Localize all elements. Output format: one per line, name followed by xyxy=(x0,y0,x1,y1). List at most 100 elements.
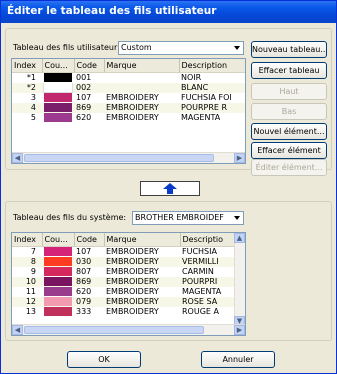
scroll-left-icon[interactable]: ◀ xyxy=(12,153,23,163)
row-code: 002 xyxy=(74,82,104,93)
column-header-code[interactable]: Code xyxy=(74,233,105,247)
table-row[interactable]: 4 869 EMBROIDERY POURPRE R xyxy=(12,102,245,113)
color-swatch xyxy=(44,307,72,316)
row-color-swatch xyxy=(42,296,74,307)
row-code: 001 xyxy=(76,72,92,82)
table-row[interactable]: 5 620 EMBROIDERY MAGENTA xyxy=(12,112,245,123)
new-table-button[interactable]: Nouveau tableau... xyxy=(251,41,327,58)
row-index: 10 xyxy=(12,276,42,287)
row-brand: EMBROIDERY xyxy=(104,102,179,113)
row-color-swatch xyxy=(42,102,74,113)
color-swatch xyxy=(44,297,72,306)
move-down-button[interactable]: Bas xyxy=(251,103,327,120)
row-index: 11 xyxy=(25,286,36,296)
table-row[interactable]: *1 001 NOIR xyxy=(12,72,245,83)
scroll-thumb[interactable] xyxy=(24,326,204,334)
edit-element-button[interactable]: Éditer élément... xyxy=(251,159,327,176)
row-color-swatch xyxy=(42,82,74,93)
horizontal-scrollbar[interactable]: ◀ ▶ xyxy=(12,324,245,335)
system-thread-table: Index Cou... Code Marque Descriptio 7 107… xyxy=(12,233,237,317)
table-row[interactable]: 11 620 EMBROIDERY MAGENTA xyxy=(12,287,236,297)
row-index: 13 xyxy=(25,306,36,316)
row-code: 620 xyxy=(76,286,92,296)
column-header-description[interactable]: Descriptio xyxy=(180,233,237,247)
column-header-brand[interactable]: Marque xyxy=(104,233,181,247)
column-header-index[interactable]: Index xyxy=(12,233,43,247)
row-index: 5 xyxy=(30,112,36,122)
table-row[interactable]: 8 030 EMBROIDERY VERMILLI xyxy=(12,256,236,267)
table-row[interactable]: 3 107 EMBROIDERY FUCHSIA FOI xyxy=(12,92,245,103)
row-description: FUCHSIA xyxy=(182,246,217,256)
row-description: MAGENTA xyxy=(182,286,222,296)
user-table-selected: Custom xyxy=(121,43,152,52)
row-code: 107 xyxy=(76,92,92,102)
row-color-swatch xyxy=(42,267,74,277)
scroll-thumb[interactable] xyxy=(24,154,214,162)
row-color-swatch xyxy=(42,246,74,257)
delete-element-button[interactable]: Effacer élément xyxy=(251,142,327,159)
row-color-swatch xyxy=(42,287,74,297)
system-thread-list[interactable]: Index Cou... Code Marque Descriptio 7 107… xyxy=(11,232,246,336)
vertical-scrollbar[interactable]: ▲ ▼ xyxy=(234,233,245,326)
row-index: 12 xyxy=(12,296,42,307)
chevron-down-icon[interactable] xyxy=(231,42,243,54)
system-table-label: Tableau des fils du système: xyxy=(13,213,127,222)
scroll-up-icon[interactable]: ▲ xyxy=(234,233,245,243)
table-row[interactable]: 10 869 EMBROIDERY POURPRI xyxy=(12,276,236,287)
row-description: CARMIN xyxy=(182,266,214,276)
row-index: *2 xyxy=(12,82,42,93)
table-row[interactable]: 12 079 EMBROIDERY ROSE SA xyxy=(12,296,236,307)
window-title: Éditer le tableau des fils utilisateur xyxy=(1,1,336,23)
row-brand: EMBROIDERY xyxy=(104,296,180,307)
add-to-user-table-button[interactable] xyxy=(140,181,200,196)
color-swatch xyxy=(44,267,72,276)
column-header-brand[interactable]: Marque xyxy=(104,59,180,73)
row-brand: EMBROIDERY xyxy=(104,256,180,267)
color-swatch xyxy=(44,93,72,102)
table-row[interactable]: 9 807 EMBROIDERY CARMIN xyxy=(12,267,236,277)
table-row[interactable]: *2 002 BLANC xyxy=(12,82,245,93)
row-index: 7 xyxy=(30,246,36,256)
scroll-right-icon[interactable]: ▶ xyxy=(234,325,245,335)
row-color-swatch xyxy=(42,276,74,287)
move-up-button[interactable]: Haut xyxy=(251,83,327,100)
user-table-label: Tableau des fils utilisateur: xyxy=(13,43,120,52)
row-brand xyxy=(104,82,179,93)
row-code: 333 xyxy=(76,306,92,316)
row-code: 107 xyxy=(76,246,92,256)
scroll-left-icon[interactable]: ◀ xyxy=(12,325,23,335)
table-row[interactable]: 7 107 EMBROIDERY FUCHSIA xyxy=(12,246,236,257)
table-header: Index Cou... Code Marque Descriptio xyxy=(12,233,237,247)
user-thread-list[interactable]: Index Cou... Code Marque Description *1 0… xyxy=(11,58,246,164)
row-code: 869 xyxy=(74,276,104,287)
color-swatch xyxy=(44,103,72,112)
column-header-description[interactable]: Description xyxy=(179,59,245,73)
row-code: 030 xyxy=(74,256,104,267)
dialog-window: Éditer le tableau des fils utilisateur T… xyxy=(0,0,337,374)
system-table-select[interactable]: BROTHER EMBROIDEF xyxy=(132,211,244,225)
column-header-color[interactable]: Cou... xyxy=(42,233,75,247)
scroll-right-icon[interactable]: ▶ xyxy=(234,153,245,163)
row-color-swatch xyxy=(42,256,74,267)
row-brand xyxy=(104,72,179,83)
horizontal-scrollbar[interactable]: ◀ ▶ xyxy=(12,152,245,163)
chevron-down-icon[interactable] xyxy=(231,212,243,224)
column-header-color[interactable]: Cou... xyxy=(42,59,75,73)
row-brand: EMBROIDERY xyxy=(106,112,159,122)
arrow-up-icon xyxy=(163,183,177,194)
column-header-index[interactable]: Index xyxy=(12,59,43,73)
row-description: BLANC xyxy=(179,82,245,93)
new-element-button[interactable]: Nouvel élément... xyxy=(251,123,327,140)
table-row[interactable]: 13 333 EMBROIDERY ROUGE A xyxy=(12,307,236,317)
column-header-code[interactable]: Code xyxy=(74,59,105,73)
user-table-select[interactable]: Custom xyxy=(118,41,244,55)
ok-button[interactable]: OK xyxy=(67,351,141,368)
cancel-button[interactable]: Annuler xyxy=(201,351,275,368)
row-brand: EMBROIDERY xyxy=(106,306,159,316)
row-code: 807 xyxy=(76,266,92,276)
row-index: 4 xyxy=(12,102,42,113)
row-index: *1 xyxy=(26,72,36,82)
delete-table-button[interactable]: Effacer tableau xyxy=(251,62,327,79)
color-swatch xyxy=(44,73,72,82)
row-description: POURPRI xyxy=(180,276,236,287)
